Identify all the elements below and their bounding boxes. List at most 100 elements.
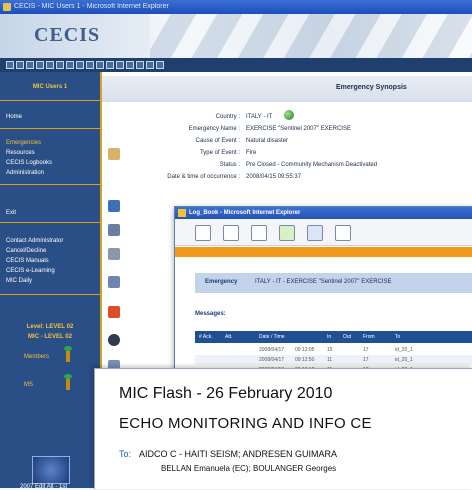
cell-date: 2008/04/17 <box>259 357 285 363</box>
document-icon[interactable] <box>108 200 120 212</box>
brand-logo: CECIS <box>34 24 101 46</box>
to-label: To: <box>119 449 132 459</box>
mic-flash-document: MIC Flash - 26 February 2010 ECHO MONITO… <box>94 368 472 489</box>
save-icon[interactable] <box>307 225 323 241</box>
sidebar-footer: 2007 Edit Alt - 1st <box>20 484 68 490</box>
strip-icon[interactable] <box>136 61 144 69</box>
sidebar-divider <box>0 294 100 295</box>
info-icon[interactable] <box>108 334 120 346</box>
to-value-continued: BELLAN Emanuela (EC); BOULANGER Georges <box>161 464 337 473</box>
sidebar-link-mic-daily[interactable]: MIC Daily <box>6 278 32 284</box>
strip-icon[interactable] <box>6 61 14 69</box>
strip-icon[interactable] <box>156 61 164 69</box>
user-label: MIC Users 1 <box>32 84 68 90</box>
section-title: Emergency Synopsis <box>336 84 407 91</box>
col-to[interactable]: To <box>395 331 400 343</box>
to-value: AIDCO C - HAITI SEISM; ANDRESEN GUIMARA <box>139 449 338 459</box>
sidebar-item-resources[interactable]: Resources <box>6 150 35 156</box>
strip-icon[interactable] <box>76 61 84 69</box>
emergency-banner: Emergency ITALY - IT - EXERCISE "Sentine… <box>195 273 472 293</box>
globe-icon[interactable] <box>284 110 294 120</box>
strip-icon[interactable] <box>116 61 124 69</box>
popup-title-bar[interactable]: Log_Book - Microsoft Internet Explorer <box>175 207 472 219</box>
strip-icon[interactable] <box>56 61 64 69</box>
edit-icon[interactable] <box>108 276 120 288</box>
table-row[interactable]: 2008/04/17 09:12:50 11 17 id_20_1 <box>195 355 472 365</box>
ms-label: MS <box>24 382 33 388</box>
col-datetime[interactable]: Date / Time <box>259 331 285 343</box>
eu-flag-icon <box>32 456 70 484</box>
messages-table-header: # Ack. Att. Date / Time In Out From To <box>195 331 472 343</box>
sidebar-item-home[interactable]: Home <box>6 114 22 120</box>
cell-to: id_20_1 <box>395 357 413 363</box>
emergency-value: ITALY - IT - EXERCISE "Sentinel 2007" EX… <box>255 279 392 285</box>
cell-from: 17 <box>363 347 369 353</box>
logbook-popup-window[interactable]: Log_Book - Microsoft Internet Explorer E… <box>174 206 472 388</box>
strip-icon[interactable] <box>126 61 134 69</box>
report-icon[interactable] <box>108 224 120 236</box>
cell-time: 09:12:50 <box>295 357 315 363</box>
printer-icon[interactable] <box>108 248 120 260</box>
section-header: Emergency Synopsis <box>102 76 472 102</box>
popup-toolbar <box>175 219 472 246</box>
window-title: CECIS - MIC Users 1 - Microsoft Internet… <box>14 3 169 10</box>
cell-time: 09:12:05 <box>295 347 315 353</box>
sidebar-item-administration[interactable]: Administration <box>6 170 44 176</box>
field-label: Country : <box>215 114 240 120</box>
col-from[interactable]: From <box>363 331 375 343</box>
cell-from: 17 <box>363 357 369 363</box>
strip-icon[interactable] <box>146 61 154 69</box>
sidebar-link-contact[interactable]: Contact Administrator <box>6 238 63 244</box>
strip-icon[interactable] <box>46 61 54 69</box>
strip-icon[interactable] <box>106 61 114 69</box>
sidebar-item-exit[interactable]: Exit <box>6 210 16 216</box>
mic-level-label: MIC - LEVEL 02 <box>28 334 72 340</box>
table-row[interactable]: 2008/04/17 09:12:05 15 17 id_20_1 <box>195 345 472 355</box>
note-icon[interactable] <box>335 225 351 241</box>
delete-icon[interactable] <box>108 306 120 318</box>
sidebar-link-cancel[interactable]: Cancel/Decline <box>6 248 46 254</box>
col-att[interactable]: Att. <box>225 331 233 343</box>
sidebar-link-elearning[interactable]: CECIS e-Learning <box>6 268 55 274</box>
edit-icon[interactable] <box>195 225 211 241</box>
ie-icon <box>3 3 11 11</box>
flash-recipients: To: AIDCO C - HAITI SEISM; ANDRESEN GUIMA… <box>119 449 337 459</box>
strip-icon[interactable] <box>96 61 104 69</box>
sidebar-divider <box>0 184 100 185</box>
sidebar-divider <box>0 222 100 223</box>
strip-icon[interactable] <box>86 61 94 69</box>
sidebar-divider <box>0 128 100 129</box>
flash-title: MIC Flash - 26 February 2010 <box>119 385 333 402</box>
field-value: EXERCISE "Sentinel 2007" EXERCISE <box>246 126 351 132</box>
field-label: Type of Event : <box>199 150 240 156</box>
quick-icon-strip <box>0 58 472 72</box>
members-label: Members <box>24 354 50 360</box>
flash-subtitle: ECHO MONITORING AND INFO CE <box>119 415 372 432</box>
field-value: Fire <box>246 150 257 156</box>
sidebar-link-manuals[interactable]: CECIS Manuals <box>6 258 49 264</box>
level-label: Level: LEVEL 02 <box>26 324 74 330</box>
cell-to: id_20_1 <box>395 347 413 353</box>
forward-icon[interactable] <box>279 225 295 241</box>
field-value: Natural disaster <box>246 138 289 144</box>
cell-in: 11 <box>327 357 333 363</box>
window-title-bar: CECIS - MIC Users 1 - Microsoft Internet… <box>0 0 472 14</box>
col-out[interactable]: Out <box>343 331 351 343</box>
field-label: Emergency Name : <box>188 126 240 132</box>
copy-icon[interactable] <box>223 225 239 241</box>
col-in[interactable]: In <box>327 331 331 343</box>
field-value: ITALY - IT <box>246 114 273 120</box>
sidebar-item-emergencies[interactable]: Emergencies <box>6 140 41 146</box>
strip-icon[interactable] <box>16 61 24 69</box>
alert-candle-icon <box>64 374 72 390</box>
col-ack[interactable]: # Ack. <box>199 331 213 343</box>
strip-icon[interactable] <box>36 61 44 69</box>
print-icon[interactable] <box>251 225 267 241</box>
strip-icon[interactable] <box>26 61 34 69</box>
strip-icon[interactable] <box>66 61 74 69</box>
field-label: Cause of Event : <box>195 138 240 144</box>
folder-icon[interactable] <box>108 148 120 160</box>
sidebar-item-logbooks[interactable]: CECIS Logbooks <box>6 160 52 166</box>
messages-label: Messages: <box>195 311 226 317</box>
popup-title: Log_Book - Microsoft Internet Explorer <box>189 210 301 216</box>
